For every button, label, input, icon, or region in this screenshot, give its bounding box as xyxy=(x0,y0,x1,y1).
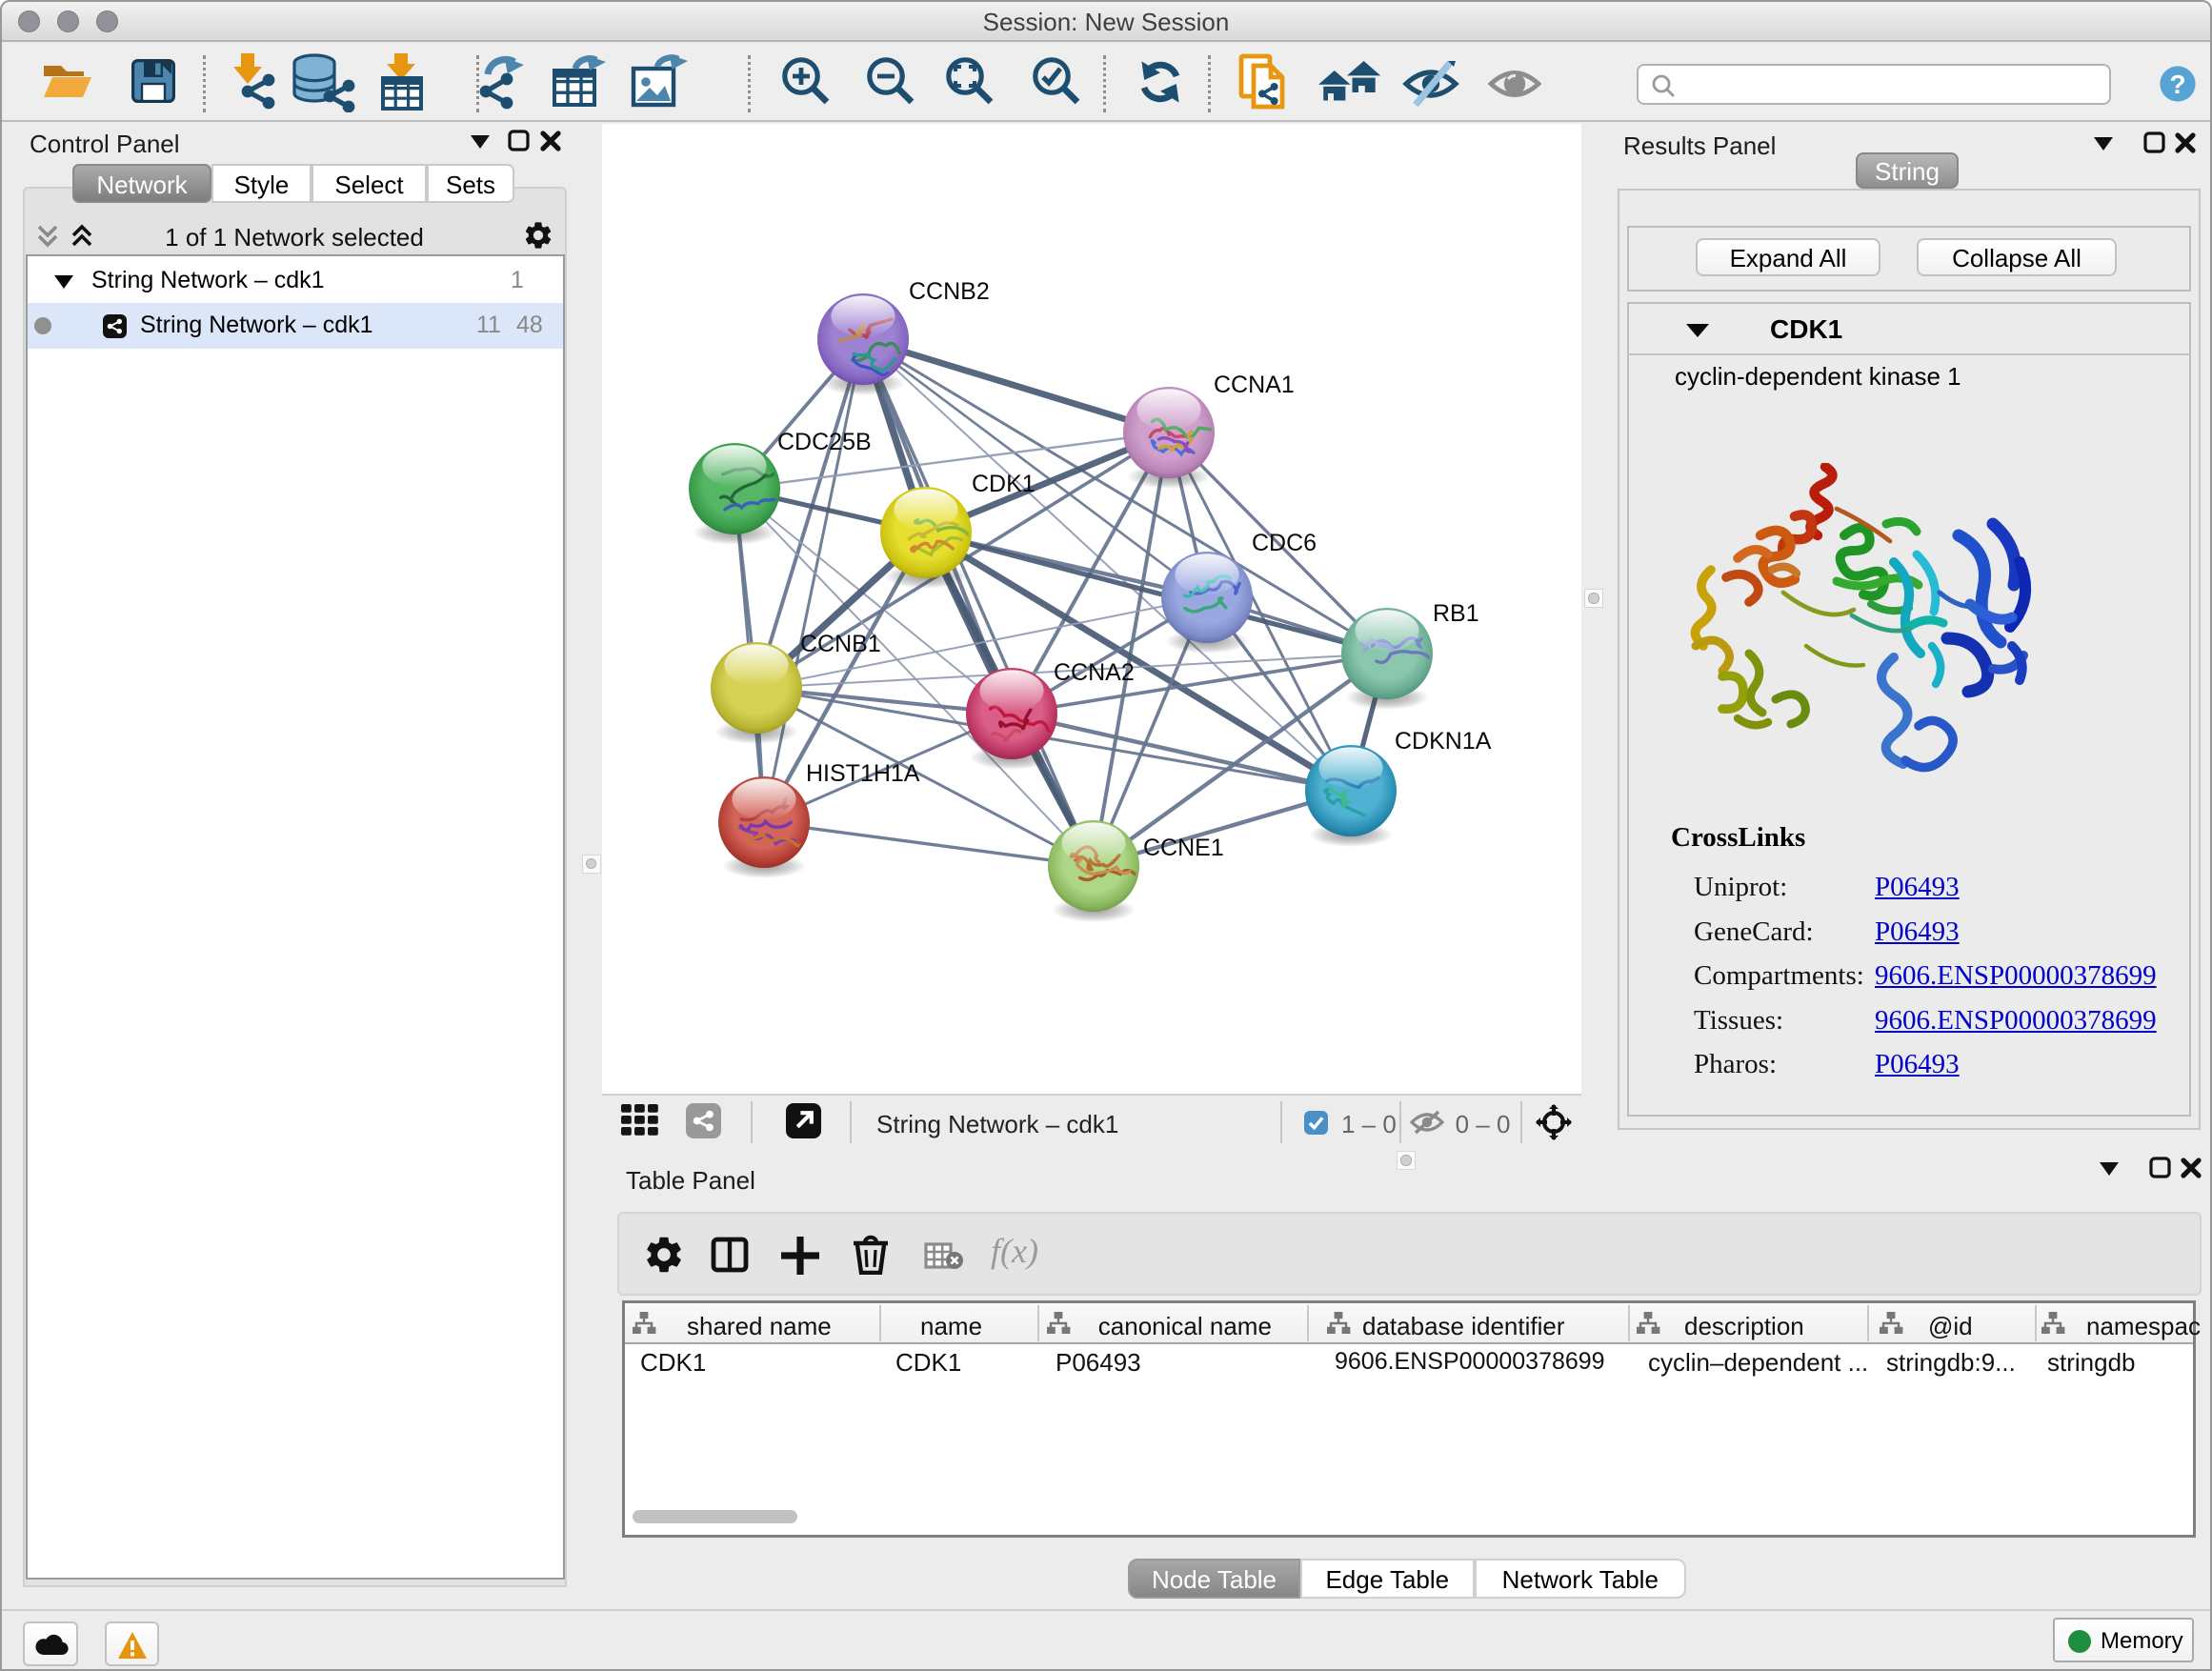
svg-text:CCNA2: CCNA2 xyxy=(1054,659,1135,686)
svg-text:?: ? xyxy=(2169,70,2185,99)
svg-text:CDC25B: CDC25B xyxy=(777,429,872,455)
svg-text:CDC6: CDC6 xyxy=(1252,530,1317,556)
svg-text:CCNB1: CCNB1 xyxy=(800,631,881,657)
svg-text:CCNA1: CCNA1 xyxy=(1214,372,1295,398)
svg-text:CCNB2: CCNB2 xyxy=(909,278,990,305)
svg-text:RB1: RB1 xyxy=(1433,600,1479,627)
svg-text:CDKN1A: CDKN1A xyxy=(1395,728,1492,755)
svg-text:HIST1H1A: HIST1H1A xyxy=(806,760,920,787)
svg-text:CCNE1: CCNE1 xyxy=(1143,835,1224,861)
svg-text:CDK1: CDK1 xyxy=(972,471,1036,497)
